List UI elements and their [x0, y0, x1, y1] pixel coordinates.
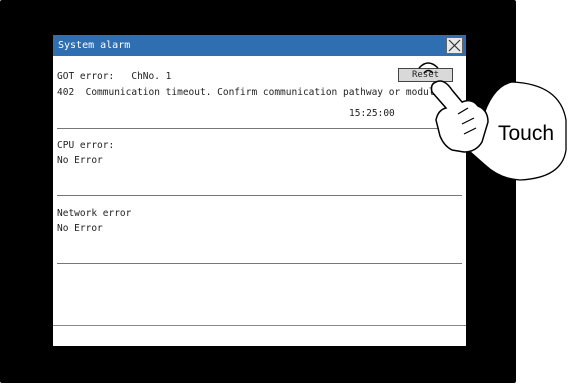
pointing-hand-icon — [418, 62, 489, 153]
touch-callout — [418, 62, 567, 181]
touch-label: Touch — [498, 122, 555, 145]
